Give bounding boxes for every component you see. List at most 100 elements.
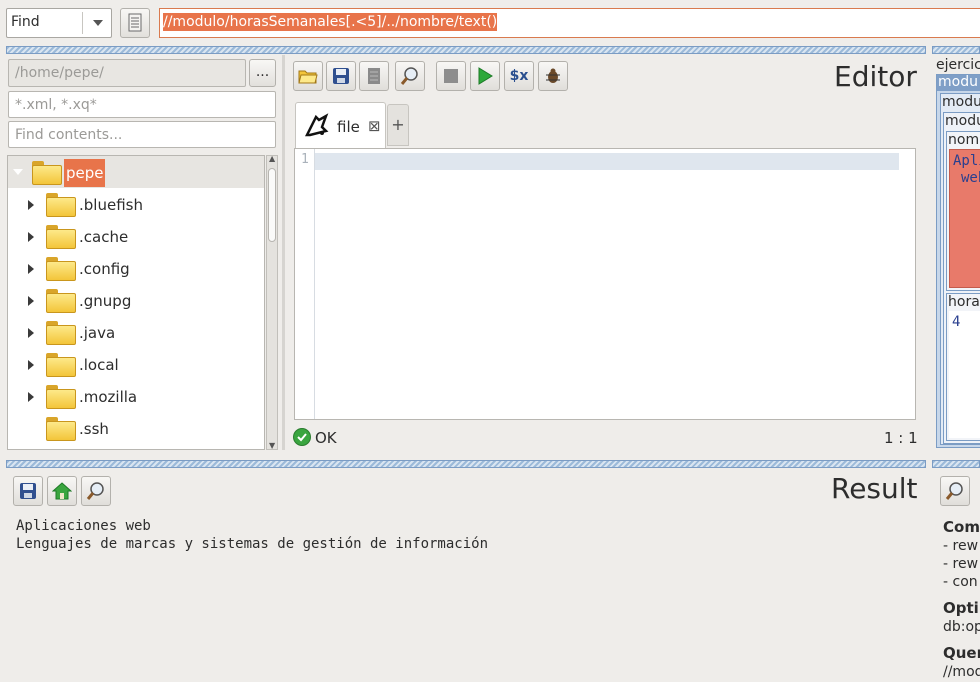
tab-file[interactable]: file ⊠ xyxy=(295,102,386,148)
info-panel-header xyxy=(932,460,980,468)
home-button[interactable] xyxy=(47,476,77,506)
find-result-button[interactable] xyxy=(81,476,111,506)
expander-icon[interactable] xyxy=(28,200,34,210)
tree-label: .gnupg xyxy=(79,292,132,310)
tree-label: pepe xyxy=(66,164,104,182)
tree-row[interactable]: .config xyxy=(8,253,264,285)
mode-select[interactable]: Find xyxy=(6,8,112,38)
code-editor[interactable]: 1 xyxy=(294,148,916,420)
info-heading: Quer xyxy=(943,644,980,662)
folder-icon xyxy=(46,353,76,377)
map-panel: ejercic modu modu modu nomb Apli web hor… xyxy=(932,55,980,450)
map-node-horas[interactable]: horas 4 xyxy=(946,293,980,441)
scroll-up-icon[interactable]: ▲ xyxy=(269,154,275,163)
panel-divider[interactable] xyxy=(282,55,285,450)
scroll-down-icon[interactable]: ▼ xyxy=(269,441,275,450)
expander-icon[interactable] xyxy=(28,328,34,338)
debug-button[interactable] xyxy=(538,61,568,91)
result-panel-header xyxy=(6,460,926,468)
magnifier-icon xyxy=(86,482,104,500)
magnifier-icon xyxy=(945,482,963,500)
tree-row[interactable]: .bluefish xyxy=(8,189,264,221)
save-button[interactable] xyxy=(326,61,356,91)
toolbar: Find //modulo/horasSemanales[.<5]/../nom… xyxy=(0,0,980,44)
format-button[interactable] xyxy=(359,61,389,91)
tab-label: file xyxy=(337,118,360,136)
result-line: Lenguajes de marcas y sistemas de gestió… xyxy=(16,536,489,552)
map-text-value[interactable]: Apli web xyxy=(949,149,980,288)
info-panel: Com - rew - rew - con Optim db:op Quer /… xyxy=(932,469,980,682)
folder-icon xyxy=(46,417,76,441)
browse-button[interactable]: ... xyxy=(249,59,276,87)
find-button[interactable] xyxy=(395,61,425,91)
map-node[interactable]: modu modu nomb Apli web horas 4 xyxy=(940,93,980,445)
expander-icon[interactable] xyxy=(28,264,34,274)
map-node-label: modu xyxy=(942,94,980,110)
filter-placeholder: *.xml, *.xq* xyxy=(15,97,97,113)
top-panels-header xyxy=(6,46,926,54)
query-input[interactable]: //modulo/horasSemanales[.<5]/../nombre/t… xyxy=(159,8,980,38)
find-info-button[interactable] xyxy=(940,476,970,506)
tree-scrollbar[interactable]: ▲ ▼ xyxy=(266,154,278,450)
status-text: OK xyxy=(315,429,337,447)
tree-label: .local xyxy=(79,356,119,374)
folder-open-icon xyxy=(32,161,62,185)
expander-icon[interactable] xyxy=(28,232,34,242)
map-node[interactable]: modu modu modu nomb Apli web horas 4 xyxy=(936,74,980,448)
contents-search-input[interactable]: Find contents... xyxy=(8,121,276,148)
close-icon[interactable]: ⊠ xyxy=(368,117,381,135)
tree-row[interactable]: .gnupg xyxy=(8,285,264,317)
map-value-line: Apli xyxy=(953,153,980,169)
filter-input[interactable]: *.xml, *.xq* xyxy=(8,91,276,118)
tree-row[interactable]: .cache xyxy=(8,221,264,253)
scrollbar-thumb[interactable] xyxy=(268,168,276,242)
map-node[interactable]: modu nomb Apli web horas 4 xyxy=(943,112,980,444)
tree-row[interactable]: .mozilla xyxy=(8,381,264,413)
contents-placeholder: Find contents... xyxy=(15,127,123,143)
line-gutter: 1 xyxy=(295,149,315,419)
current-line-highlight xyxy=(315,153,899,170)
expander-icon[interactable] xyxy=(28,392,34,402)
run-button[interactable] xyxy=(470,61,500,91)
map-text-value[interactable]: 4 xyxy=(949,311,980,438)
expander-icon[interactable] xyxy=(28,296,34,306)
bug-icon xyxy=(546,68,560,83)
map-node-label: nomb xyxy=(948,132,980,148)
file-tree[interactable]: pepe .bluefish .cache .config .gnupg .ja… xyxy=(7,155,265,450)
map-node-nombre[interactable]: nomb Apli web xyxy=(946,131,980,291)
info-heading: Optim xyxy=(943,599,980,617)
open-button[interactable] xyxy=(293,61,323,91)
save-icon xyxy=(333,68,349,84)
path-placeholder: /home/pepe/ xyxy=(15,65,104,81)
save-result-button[interactable] xyxy=(13,476,43,506)
select-separator xyxy=(82,12,83,34)
result-output[interactable]: Aplicaciones web Lenguajes de marcas y s… xyxy=(16,517,488,553)
expander-open-icon[interactable] xyxy=(13,169,23,175)
browse-label: ... xyxy=(255,64,270,80)
format-icon xyxy=(368,68,380,84)
open-folder-icon xyxy=(298,70,318,84)
expander-icon[interactable] xyxy=(28,360,34,370)
path-input[interactable]: /home/pepe/ xyxy=(8,59,246,87)
query-text: //modulo/horasSemanales[.<5]/../nombre/t… xyxy=(163,13,498,31)
tree-row-pepe[interactable]: pepe xyxy=(8,156,264,188)
input-mode-button[interactable] xyxy=(120,8,150,38)
result-line: Aplicaciones web xyxy=(16,518,151,534)
tree-label: .config xyxy=(79,260,130,278)
tree-row[interactable]: .local xyxy=(8,349,264,381)
result-title: Result xyxy=(831,472,918,505)
variables-button[interactable]: $x xyxy=(504,61,534,91)
magnifier-icon xyxy=(400,67,418,85)
add-tab-button[interactable]: + xyxy=(387,104,409,146)
info-item: db:op xyxy=(943,619,980,635)
xquery-file-icon xyxy=(304,113,329,137)
mode-select-value: Find xyxy=(11,14,40,30)
document-icon xyxy=(128,13,142,32)
stop-button[interactable] xyxy=(436,61,466,91)
cursor-position: 1 : 1 xyxy=(884,429,918,447)
folder-icon xyxy=(46,385,76,409)
map-node-label: modu xyxy=(937,75,980,91)
tree-label: .cache xyxy=(79,228,129,246)
tree-row[interactable]: .java xyxy=(8,317,264,349)
tree-row[interactable]: .ssh xyxy=(8,413,264,445)
